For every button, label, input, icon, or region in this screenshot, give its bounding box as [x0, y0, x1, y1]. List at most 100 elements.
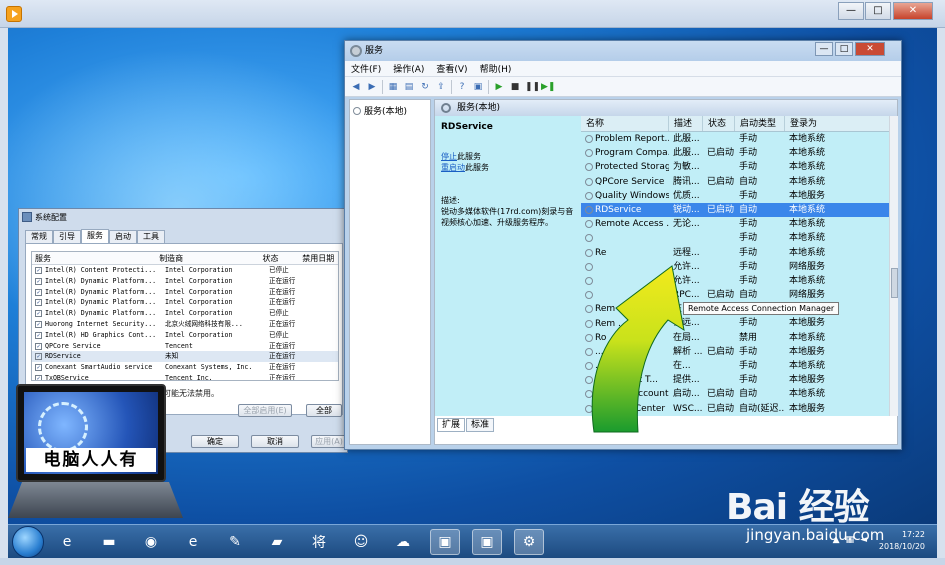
- col-manufacturer[interactable]: 制造商: [159, 252, 262, 264]
- apply-button[interactable]: 应用(A): [311, 435, 347, 448]
- tab-startup[interactable]: 启动: [109, 230, 137, 243]
- service-checkbox[interactable]: ✓: [35, 310, 42, 318]
- taskbar-monitor2-icon[interactable]: ▣: [472, 529, 502, 555]
- service-row[interactable]: Protected Storage 为敏... 手动 本地系统: [581, 160, 889, 174]
- config-service-row[interactable]: ✓ Intel(R) Dynamic Platform... Intel Corpo…: [32, 308, 338, 319]
- service-row[interactable]: Problem Report... 此服... 手动 本地系统: [581, 132, 889, 146]
- service-checkbox[interactable]: ✓: [35, 374, 42, 380]
- service-row[interactable]: RDService 锐动... 已启动 自动 本地系统: [581, 202, 889, 218]
- enable-all-button[interactable]: 全部启用(E): [238, 404, 292, 417]
- taskbar-paint-icon[interactable]: ✎: [220, 529, 250, 555]
- export-icon[interactable]: ⇪: [435, 81, 447, 93]
- console-tree-icon[interactable]: ▦: [387, 81, 399, 93]
- col-status[interactable]: 状态: [263, 252, 303, 264]
- config-service-row[interactable]: ✓ Intel(R) Content Protecti... Intel Corpo…: [32, 265, 338, 276]
- menu-file[interactable]: 文件(F): [351, 62, 381, 75]
- menu-action[interactable]: 操作(A): [393, 62, 424, 75]
- maximize-button[interactable]: □: [865, 2, 891, 20]
- config-service-row[interactable]: ✓ Conexant SmartAudio service Conexant Sys…: [32, 362, 338, 373]
- back-icon[interactable]: ◀: [350, 81, 362, 93]
- logo-text: 电脑人人有: [26, 448, 156, 472]
- service-name: Quality Windows...: [595, 190, 669, 201]
- service-row[interactable]: Program Compa... 此服... 已启动 手动 本地系统: [581, 146, 889, 160]
- taskbar-ie2-icon[interactable]: e: [178, 529, 208, 555]
- tab-extended[interactable]: 扩展: [437, 418, 466, 432]
- config-manufacturer: Tencent Inc.: [165, 373, 213, 381]
- services-list-scrollbar[interactable]: [889, 116, 898, 416]
- stop-service-icon[interactable]: ■: [509, 81, 521, 93]
- minimize-button[interactable]: —: [838, 2, 864, 20]
- config-service-row[interactable]: ✓ TxQBService Tencent Inc. 正在运行: [32, 373, 338, 381]
- col-disable-date[interactable]: 禁用日期: [302, 252, 338, 264]
- config-service-row[interactable]: ✓ Intel(R) Dynamic Platform... Intel Corpo…: [32, 287, 338, 298]
- tab-boot[interactable]: 引导: [53, 230, 81, 243]
- config-service-row[interactable]: ✓ RDService 未知 正在运行: [32, 351, 338, 363]
- menu-help[interactable]: 帮助(H): [480, 62, 512, 75]
- stop-service-link[interactable]: 停止: [441, 152, 457, 161]
- config-service-row[interactable]: ✓ Intel(R) Dynamic Platform... Intel Corpo…: [32, 276, 338, 287]
- taskbar-services-icon[interactable]: ⚙: [514, 529, 544, 555]
- col-description[interactable]: 描述: [669, 116, 703, 131]
- refresh-icon[interactable]: ↻: [419, 81, 431, 93]
- restart-service-icon[interactable]: ▶❚: [541, 81, 555, 93]
- service-checkbox[interactable]: ✓: [35, 320, 42, 328]
- service-checkbox[interactable]: ✓: [35, 364, 42, 372]
- taskbar-monitor1-icon[interactable]: ▣: [430, 529, 460, 555]
- config-service-list[interactable]: 服务 制造商 状态 禁用日期 ✓ Intel(R) Content Protect…: [31, 251, 339, 381]
- services-close-button[interactable]: ✕: [855, 42, 885, 56]
- services-minimize-button[interactable]: —: [815, 42, 833, 56]
- col-logon-as[interactable]: 登录为: [785, 116, 889, 131]
- cancel-button[interactable]: 取消: [251, 435, 299, 448]
- config-service-row[interactable]: ✓ Huorong Internet Security... 北京火绒网络科技有限.…: [32, 319, 338, 330]
- start-service-icon[interactable]: ▶: [493, 81, 505, 93]
- taskbar-ie-icon[interactable]: e: [52, 529, 82, 555]
- scrollbar-thumb[interactable]: [891, 268, 898, 298]
- service-checkbox[interactable]: ✓: [35, 288, 42, 296]
- service-row[interactable]: Remote Access ... 无论... 手动 本地系统: [581, 217, 889, 231]
- service-startup: 手动: [739, 318, 758, 329]
- service-row[interactable]: Quality Windows... 优质... 手动 本地服务: [581, 189, 889, 203]
- tab-tools[interactable]: 工具: [137, 230, 165, 243]
- service-checkbox[interactable]: ✓: [35, 267, 42, 274]
- service-checkbox[interactable]: ✓: [35, 299, 42, 307]
- start-button[interactable]: [12, 526, 44, 558]
- col-state[interactable]: 状态: [703, 116, 735, 131]
- forward-icon[interactable]: ▶: [366, 81, 378, 93]
- close-button[interactable]: ✕: [893, 2, 933, 20]
- config-service-row[interactable]: ✓ Intel(R) Dynamic Platform... Intel Corpo…: [32, 297, 338, 308]
- taskbar-game-icon[interactable]: ☺: [346, 529, 376, 555]
- tab-standard[interactable]: 标准: [466, 418, 495, 432]
- taskbar-stickynote-icon[interactable]: ▰: [262, 529, 292, 555]
- clock[interactable]: 17:22 2018/10/20: [879, 529, 925, 553]
- config-service-row[interactable]: ✓ QPCore Service Tencent 正在运行: [32, 341, 338, 352]
- service-checkbox[interactable]: ✓: [35, 342, 42, 350]
- taskbar-jiang-icon[interactable]: 将: [304, 529, 334, 555]
- service-checkbox[interactable]: ✓: [35, 331, 42, 339]
- pause-service-icon[interactable]: ❚❚: [525, 81, 540, 93]
- taskbar-media-icon[interactable]: ◉: [136, 529, 166, 555]
- disable-all-button[interactable]: 全部: [306, 404, 342, 417]
- col-name[interactable]: 名称: [581, 116, 669, 131]
- restart-service-link[interactable]: 重启动: [441, 163, 465, 172]
- menu-view[interactable]: 查看(V): [436, 62, 467, 75]
- service-checkbox[interactable]: ✓: [35, 277, 42, 285]
- help-icon[interactable]: ?: [456, 81, 468, 93]
- service-row[interactable]: 手动 本地系统: [581, 231, 889, 245]
- stop-service-suffix: 此服务: [457, 152, 481, 161]
- taskbar-cloud-icon[interactable]: ☁: [388, 529, 418, 555]
- tab-services[interactable]: 服务: [81, 229, 109, 243]
- service-startup: 手动: [739, 275, 758, 286]
- properties-icon[interactable]: ▤: [403, 81, 415, 93]
- config-service-row[interactable]: ✓ Intel(R) HD Graphics Cont... Intel Corpo…: [32, 330, 338, 341]
- service-name: Protected Storage: [595, 162, 669, 173]
- tab-general[interactable]: 常规: [25, 230, 53, 243]
- tree-node-local-services[interactable]: 服务(本地): [350, 100, 430, 121]
- taskbar-folder-icon[interactable]: ▬: [94, 529, 124, 555]
- ok-button[interactable]: 确定: [191, 435, 239, 448]
- col-service[interactable]: 服务: [32, 252, 159, 264]
- col-startup-type[interactable]: 启动类型: [735, 116, 785, 131]
- view-icon[interactable]: ▣: [472, 81, 484, 93]
- services-maximize-button[interactable]: □: [835, 42, 853, 56]
- service-checkbox[interactable]: ✓: [35, 353, 42, 361]
- service-row[interactable]: QPCore Service 腾讯... 已启动 自动 本地系统: [581, 175, 889, 189]
